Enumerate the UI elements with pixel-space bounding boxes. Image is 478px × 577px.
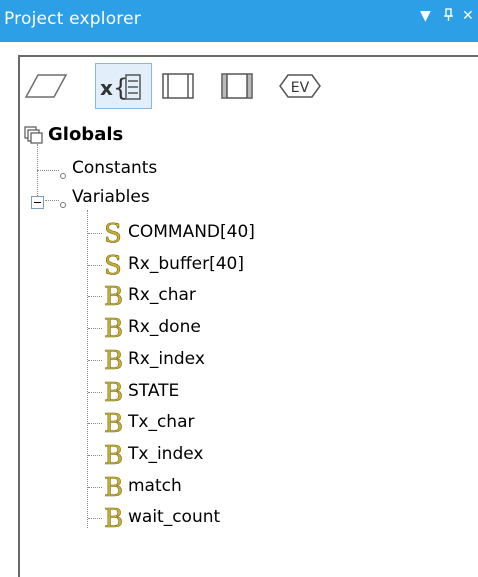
svg-text:B: B — [104, 506, 123, 530]
svg-text:B: B — [104, 411, 123, 435]
variable-label: Rx_done — [128, 317, 201, 338]
string-variable-icon: S — [102, 219, 126, 250]
variables-view-icon: x { — [100, 74, 141, 102]
component-macro-view-icon — [221, 73, 253, 99]
svg-text:B: B — [104, 475, 123, 499]
string-variable-icon: S — [102, 250, 126, 281]
svg-text:x: x — [100, 76, 113, 100]
byte-variable-icon: B — [102, 441, 126, 472]
pin-icon[interactable] — [443, 8, 455, 26]
byte-variable-icon: B — [102, 282, 126, 313]
byte-variable-icon: B — [102, 409, 126, 440]
svg-text:B: B — [104, 316, 123, 340]
byte-variable-icon: B — [102, 314, 126, 345]
flowchart-view-icon — [24, 74, 68, 98]
tree-connector — [45, 200, 59, 201]
close-icon[interactable]: ✕ — [462, 8, 474, 24]
collapse-icon[interactable] — [31, 194, 44, 213]
svg-text:S: S — [104, 253, 122, 277]
tree-connector — [88, 359, 102, 361]
tree-connector — [88, 233, 102, 234]
variable-label: Rx_buffer[40] — [128, 253, 244, 274]
byte-variable-icon: B — [102, 345, 126, 376]
svg-text:B: B — [104, 443, 123, 467]
tree-connector — [88, 264, 102, 266]
byte-variable-icon: B — [102, 504, 126, 535]
constants-bullet-icon — [58, 166, 68, 185]
tree-node-variables[interactable]: Variables — [72, 187, 150, 207]
events-view-icon: EV — [279, 74, 321, 98]
macro-view-icon — [162, 73, 194, 99]
svg-text:EV: EV — [291, 80, 310, 96]
byte-variable-icon: B — [102, 377, 126, 408]
tree-connector — [88, 486, 102, 488]
svg-text:S: S — [104, 221, 122, 245]
tree-connector — [37, 144, 38, 200]
globals-icon — [24, 126, 44, 148]
svg-text:B: B — [104, 380, 123, 404]
variable-label: Tx_index — [128, 443, 204, 464]
tree-connector — [88, 296, 102, 298]
panel-title: Project explorer — [4, 9, 141, 29]
view-toolbar: x { EV — [18, 63, 478, 111]
variable-label: Rx_char — [128, 285, 196, 306]
tree-connector — [88, 328, 102, 330]
flowchart-view-button[interactable] — [24, 63, 68, 109]
variable-label: match — [128, 475, 182, 496]
variable-label: Tx_char — [128, 412, 195, 433]
variable-label: COMMAND[40] — [128, 222, 255, 242]
tree-connector — [88, 454, 102, 456]
tree-connector — [37, 170, 59, 171]
svg-text:B: B — [104, 284, 123, 308]
title-bar: Project explorer ▼ ✕ — [0, 0, 478, 42]
macro-view-button[interactable] — [155, 63, 199, 109]
component-macro-view-button[interactable] — [214, 63, 258, 109]
variable-label: wait_count — [128, 507, 221, 528]
variables-bullet-icon — [58, 195, 68, 214]
variables-view-button[interactable]: x { — [95, 63, 152, 109]
tree-connector — [88, 423, 102, 425]
tree-connector — [88, 391, 102, 393]
tree-connector — [87, 210, 88, 528]
svg-text:B: B — [104, 348, 123, 372]
byte-variable-icon: B — [102, 472, 126, 503]
events-view-button[interactable]: EV — [276, 63, 324, 109]
tree-node-constants[interactable]: Constants — [72, 158, 157, 178]
tree-node-globals[interactable]: Globals — [48, 124, 123, 145]
tree-connector — [88, 518, 102, 520]
dropdown-icon[interactable]: ▼ — [420, 8, 431, 24]
variable-label: Rx_index — [128, 348, 205, 369]
variable-label: STATE — [128, 380, 180, 401]
